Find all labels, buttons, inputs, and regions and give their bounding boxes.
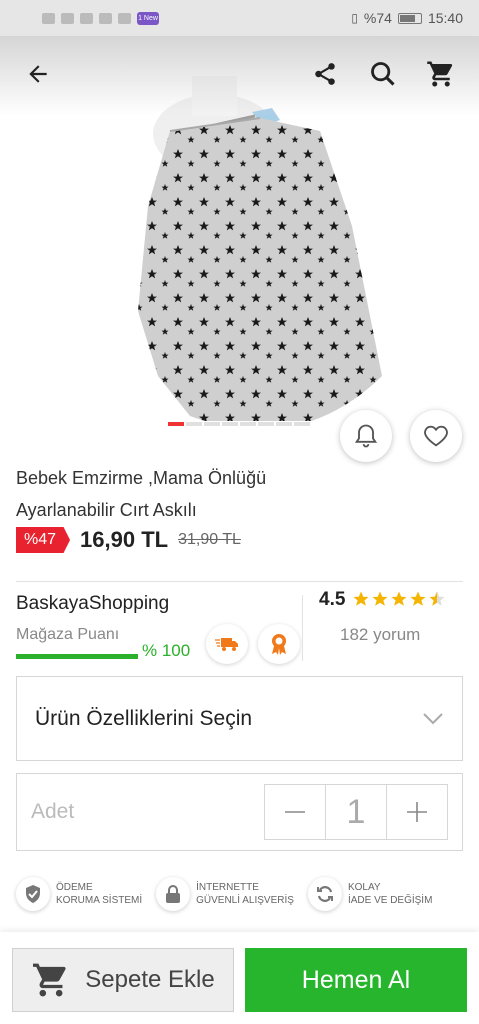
trust-line2: İADE VE DEĞİŞİM bbox=[347, 895, 433, 906]
store-score-bar bbox=[16, 654, 138, 659]
quantity-stepper[interactable]: 1 bbox=[264, 784, 448, 840]
store-score-fill bbox=[16, 654, 138, 659]
gallery-dot[interactable] bbox=[168, 422, 184, 426]
review-count[interactable]: 182 yorum bbox=[340, 625, 420, 645]
status-icons-left: 1 New bbox=[42, 11, 159, 25]
divider bbox=[16, 581, 463, 582]
trust-line1: İNTERNETTE bbox=[196, 882, 259, 893]
store-score-label: Mağaza Puanı bbox=[16, 626, 120, 643]
rating-stars bbox=[352, 590, 446, 608]
wifi-icon bbox=[61, 12, 74, 24]
gallery-dot[interactable] bbox=[240, 422, 256, 426]
refresh-icon bbox=[307, 877, 342, 911]
cart-icon bbox=[33, 963, 66, 997]
gallery-dot[interactable] bbox=[258, 422, 274, 426]
search-icon bbox=[371, 62, 395, 86]
trust-line2: GÜVENLİ ALIŞVERİŞ bbox=[196, 895, 294, 906]
share-button[interactable] bbox=[307, 56, 343, 92]
award-icon bbox=[272, 634, 286, 655]
product-title: Bebek Emzirme ,Mama Önlüğü Ayarlanabilir… bbox=[16, 468, 267, 520]
back-button[interactable] bbox=[20, 56, 56, 92]
plus-icon bbox=[407, 802, 427, 822]
fast-shipping-badge[interactable] bbox=[206, 624, 248, 664]
vibrate-icon: ▯ bbox=[351, 11, 358, 25]
trust-badges: ÖDEME KORUMA SİSTEMİ İNTERNETTE GÜVENLİ AL… bbox=[16, 877, 466, 911]
trusted-seller-badge[interactable] bbox=[258, 624, 300, 664]
battery-icon bbox=[397, 12, 422, 24]
top-toolbar bbox=[0, 36, 479, 112]
discount-badge: %47 bbox=[16, 527, 71, 553]
decrement-button[interactable] bbox=[265, 785, 325, 839]
add-to-cart-label: Sepete Ekle bbox=[85, 966, 215, 993]
star-icon bbox=[353, 591, 369, 606]
status-icons-right: ▯ %74 15:40 bbox=[351, 10, 463, 26]
lock-icon bbox=[156, 877, 191, 911]
status-bar: 1 New ▯ %74 15:40 bbox=[0, 0, 479, 36]
star-icon bbox=[429, 591, 445, 606]
product-image[interactable] bbox=[120, 76, 390, 421]
gallery-pagination bbox=[168, 422, 310, 426]
buy-now-button[interactable]: Hemen Al bbox=[245, 948, 467, 1012]
star-icon bbox=[391, 591, 407, 606]
share-icon bbox=[315, 63, 335, 85]
cart-button[interactable] bbox=[423, 56, 459, 92]
product-options-select[interactable]: Ürün Özelliklerini Seçin bbox=[16, 676, 463, 761]
minus-icon bbox=[285, 811, 305, 813]
gallery-dot[interactable] bbox=[222, 422, 238, 426]
trust-line1: ÖDEME bbox=[56, 882, 93, 893]
quantity-value[interactable]: 1 bbox=[325, 785, 387, 839]
trust-line1: KOLAY bbox=[347, 882, 381, 893]
new-badge-icon: 1 New bbox=[137, 11, 159, 25]
add-to-cart-button[interactable]: Sepete Ekle bbox=[12, 948, 234, 1012]
trust-easy-returns: KOLAY İADE VE DEĞİŞİM bbox=[307, 877, 433, 911]
toolbar-actions bbox=[307, 56, 459, 92]
increment-button[interactable] bbox=[387, 785, 447, 839]
quantity-label: Adet bbox=[31, 800, 75, 823]
price-row: %47 16,90 TL 31,90 TL bbox=[16, 527, 241, 553]
box-icon bbox=[118, 12, 131, 24]
bell-icon bbox=[354, 424, 378, 448]
gallery-dot[interactable] bbox=[204, 422, 220, 426]
rating-value: 4.5 bbox=[319, 589, 346, 610]
old-price: 31,90 TL bbox=[178, 531, 241, 548]
current-price: 16,90 TL bbox=[80, 527, 169, 552]
notify-button[interactable] bbox=[340, 410, 392, 462]
quantity-row: Adet 1 bbox=[16, 773, 463, 851]
signal-icon bbox=[42, 12, 55, 24]
trust-line2: KORUMA SİSTEMİ bbox=[56, 895, 143, 906]
favorite-button[interactable] bbox=[410, 410, 462, 462]
shield-check-icon bbox=[16, 877, 50, 911]
store-score-value: % 100 bbox=[142, 641, 191, 660]
cart-icon bbox=[427, 61, 453, 87]
clock: 15:40 bbox=[427, 10, 463, 26]
vertical-divider bbox=[302, 595, 303, 661]
trust-payment-protection: ÖDEME KORUMA SİSTEMİ bbox=[16, 877, 142, 911]
gallery-dot[interactable] bbox=[294, 422, 310, 426]
star-icon bbox=[410, 591, 426, 606]
heart-icon bbox=[424, 425, 448, 447]
battery-percent: %74 bbox=[363, 10, 392, 26]
search-button[interactable] bbox=[365, 56, 401, 92]
arrow-left-icon bbox=[29, 65, 47, 83]
whatsapp-icon bbox=[80, 12, 93, 24]
trust-secure-shopping: İNTERNETTE GÜVENLİ ALIŞVERİŞ bbox=[156, 877, 294, 911]
star-icon bbox=[372, 591, 388, 606]
gallery-dot[interactable] bbox=[186, 422, 202, 426]
gallery-dot[interactable] bbox=[276, 422, 292, 426]
truck-icon bbox=[215, 638, 238, 651]
mail-icon bbox=[99, 12, 112, 24]
bottom-action-bar: Sepete Ekle Hemen Al bbox=[0, 932, 479, 1024]
chevron-down-icon bbox=[423, 712, 443, 724]
options-select-label: Ürün Özelliklerini Seçin bbox=[35, 706, 253, 730]
seller-name[interactable]: BaskayaShopping bbox=[16, 593, 169, 615]
